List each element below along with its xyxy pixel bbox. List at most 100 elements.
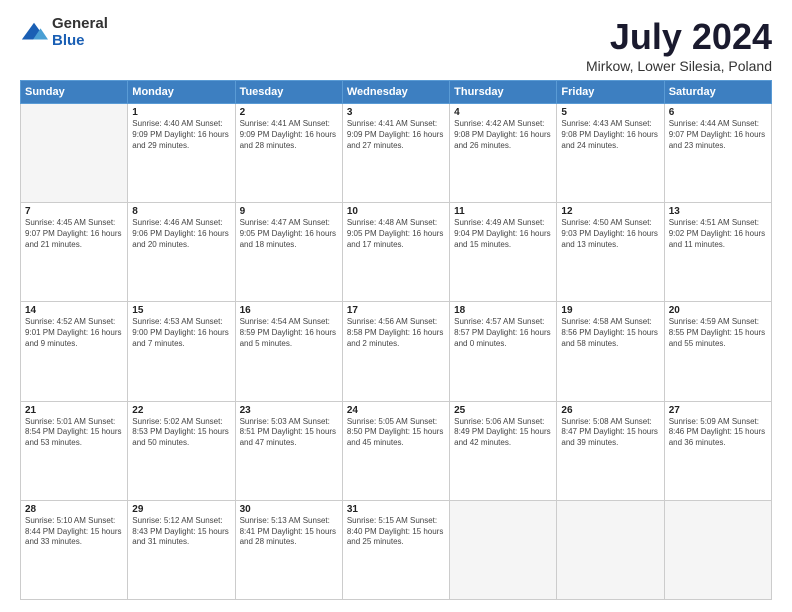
day-info: Sunrise: 5:05 AM Sunset: 8:50 PM Dayligh… [347,417,445,449]
day-number: 26 [561,405,659,416]
day-number: 14 [25,305,123,316]
day-number: 17 [347,305,445,316]
day-number: 27 [669,405,767,416]
calendar-cell: 30Sunrise: 5:13 AM Sunset: 8:41 PM Dayli… [235,500,342,599]
header-friday: Friday [557,81,664,104]
calendar-cell: 29Sunrise: 5:12 AM Sunset: 8:43 PM Dayli… [128,500,235,599]
day-number: 8 [132,206,230,217]
logo: General Blue [20,16,108,49]
calendar-week-3: 14Sunrise: 4:52 AM Sunset: 9:01 PM Dayli… [21,302,772,401]
day-info: Sunrise: 4:48 AM Sunset: 9:05 PM Dayligh… [347,218,445,250]
day-number: 10 [347,206,445,217]
day-info: Sunrise: 4:43 AM Sunset: 9:08 PM Dayligh… [561,119,659,151]
calendar-cell: 18Sunrise: 4:57 AM Sunset: 8:57 PM Dayli… [450,302,557,401]
calendar-cell: 3Sunrise: 4:41 AM Sunset: 9:09 PM Daylig… [342,104,449,203]
calendar-cell: 16Sunrise: 4:54 AM Sunset: 8:59 PM Dayli… [235,302,342,401]
calendar-cell: 20Sunrise: 4:59 AM Sunset: 8:55 PM Dayli… [664,302,771,401]
day-number: 28 [25,504,123,515]
day-info: Sunrise: 4:40 AM Sunset: 9:09 PM Dayligh… [132,119,230,151]
calendar-cell: 13Sunrise: 4:51 AM Sunset: 9:02 PM Dayli… [664,203,771,302]
day-info: Sunrise: 5:08 AM Sunset: 8:47 PM Dayligh… [561,417,659,449]
calendar-cell: 1Sunrise: 4:40 AM Sunset: 9:09 PM Daylig… [128,104,235,203]
day-number: 3 [347,107,445,118]
day-number: 30 [240,504,338,515]
day-number: 1 [132,107,230,118]
calendar-cell: 31Sunrise: 5:15 AM Sunset: 8:40 PM Dayli… [342,500,449,599]
calendar-week-2: 7Sunrise: 4:45 AM Sunset: 9:07 PM Daylig… [21,203,772,302]
day-info: Sunrise: 5:02 AM Sunset: 8:53 PM Dayligh… [132,417,230,449]
calendar-cell: 15Sunrise: 4:53 AM Sunset: 9:00 PM Dayli… [128,302,235,401]
logo-blue: Blue [52,33,108,50]
day-number: 18 [454,305,552,316]
day-info: Sunrise: 4:45 AM Sunset: 9:07 PM Dayligh… [25,218,123,250]
calendar-body: 1Sunrise: 4:40 AM Sunset: 9:09 PM Daylig… [21,104,772,600]
day-number: 13 [669,206,767,217]
day-number: 22 [132,405,230,416]
day-info: Sunrise: 5:10 AM Sunset: 8:44 PM Dayligh… [25,516,123,548]
calendar-cell [664,500,771,599]
calendar-cell: 5Sunrise: 4:43 AM Sunset: 9:08 PM Daylig… [557,104,664,203]
day-number: 23 [240,405,338,416]
day-info: Sunrise: 5:06 AM Sunset: 8:49 PM Dayligh… [454,417,552,449]
day-info: Sunrise: 5:01 AM Sunset: 8:54 PM Dayligh… [25,417,123,449]
day-info: Sunrise: 5:09 AM Sunset: 8:46 PM Dayligh… [669,417,767,449]
day-info: Sunrise: 4:44 AM Sunset: 9:07 PM Dayligh… [669,119,767,151]
calendar-cell: 8Sunrise: 4:46 AM Sunset: 9:06 PM Daylig… [128,203,235,302]
calendar-cell: 26Sunrise: 5:08 AM Sunset: 8:47 PM Dayli… [557,401,664,500]
day-number: 4 [454,107,552,118]
calendar-cell: 6Sunrise: 4:44 AM Sunset: 9:07 PM Daylig… [664,104,771,203]
calendar-header: Sunday Monday Tuesday Wednesday Thursday… [21,81,772,104]
calendar-cell [450,500,557,599]
day-info: Sunrise: 4:57 AM Sunset: 8:57 PM Dayligh… [454,317,552,349]
day-info: Sunrise: 5:12 AM Sunset: 8:43 PM Dayligh… [132,516,230,548]
calendar-cell: 7Sunrise: 4:45 AM Sunset: 9:07 PM Daylig… [21,203,128,302]
day-info: Sunrise: 4:41 AM Sunset: 9:09 PM Dayligh… [240,119,338,151]
header-tuesday: Tuesday [235,81,342,104]
day-info: Sunrise: 4:51 AM Sunset: 9:02 PM Dayligh… [669,218,767,250]
day-number: 11 [454,206,552,217]
day-number: 5 [561,107,659,118]
calendar-table: Sunday Monday Tuesday Wednesday Thursday… [20,80,772,600]
calendar-cell: 2Sunrise: 4:41 AM Sunset: 9:09 PM Daylig… [235,104,342,203]
logo-icon [20,19,48,47]
main-title: July 2024 [586,16,772,58]
day-info: Sunrise: 4:47 AM Sunset: 9:05 PM Dayligh… [240,218,338,250]
day-info: Sunrise: 4:53 AM Sunset: 9:00 PM Dayligh… [132,317,230,349]
day-info: Sunrise: 4:54 AM Sunset: 8:59 PM Dayligh… [240,317,338,349]
subtitle: Mirkow, Lower Silesia, Poland [586,58,772,74]
calendar-cell: 25Sunrise: 5:06 AM Sunset: 8:49 PM Dayli… [450,401,557,500]
calendar-cell: 28Sunrise: 5:10 AM Sunset: 8:44 PM Dayli… [21,500,128,599]
calendar-cell [21,104,128,203]
day-info: Sunrise: 4:59 AM Sunset: 8:55 PM Dayligh… [669,317,767,349]
calendar-cell: 17Sunrise: 4:56 AM Sunset: 8:58 PM Dayli… [342,302,449,401]
day-info: Sunrise: 4:56 AM Sunset: 8:58 PM Dayligh… [347,317,445,349]
day-number: 29 [132,504,230,515]
header-row: Sunday Monday Tuesday Wednesday Thursday… [21,81,772,104]
day-number: 6 [669,107,767,118]
calendar-cell: 10Sunrise: 4:48 AM Sunset: 9:05 PM Dayli… [342,203,449,302]
day-number: 19 [561,305,659,316]
header-thursday: Thursday [450,81,557,104]
day-info: Sunrise: 4:50 AM Sunset: 9:03 PM Dayligh… [561,218,659,250]
day-info: Sunrise: 5:15 AM Sunset: 8:40 PM Dayligh… [347,516,445,548]
calendar-week-4: 21Sunrise: 5:01 AM Sunset: 8:54 PM Dayli… [21,401,772,500]
calendar-cell: 21Sunrise: 5:01 AM Sunset: 8:54 PM Dayli… [21,401,128,500]
title-block: July 2024 Mirkow, Lower Silesia, Poland [586,16,772,74]
day-info: Sunrise: 5:13 AM Sunset: 8:41 PM Dayligh… [240,516,338,548]
day-info: Sunrise: 4:52 AM Sunset: 9:01 PM Dayligh… [25,317,123,349]
day-info: Sunrise: 4:49 AM Sunset: 9:04 PM Dayligh… [454,218,552,250]
header-wednesday: Wednesday [342,81,449,104]
logo-text: General Blue [52,16,108,49]
calendar-cell: 22Sunrise: 5:02 AM Sunset: 8:53 PM Dayli… [128,401,235,500]
calendar-cell: 9Sunrise: 4:47 AM Sunset: 9:05 PM Daylig… [235,203,342,302]
logo-general: General [52,16,108,33]
day-number: 21 [25,405,123,416]
header-monday: Monday [128,81,235,104]
day-number: 7 [25,206,123,217]
day-number: 12 [561,206,659,217]
calendar-cell: 24Sunrise: 5:05 AM Sunset: 8:50 PM Dayli… [342,401,449,500]
day-number: 16 [240,305,338,316]
day-info: Sunrise: 4:46 AM Sunset: 9:06 PM Dayligh… [132,218,230,250]
day-number: 15 [132,305,230,316]
day-info: Sunrise: 4:41 AM Sunset: 9:09 PM Dayligh… [347,119,445,151]
